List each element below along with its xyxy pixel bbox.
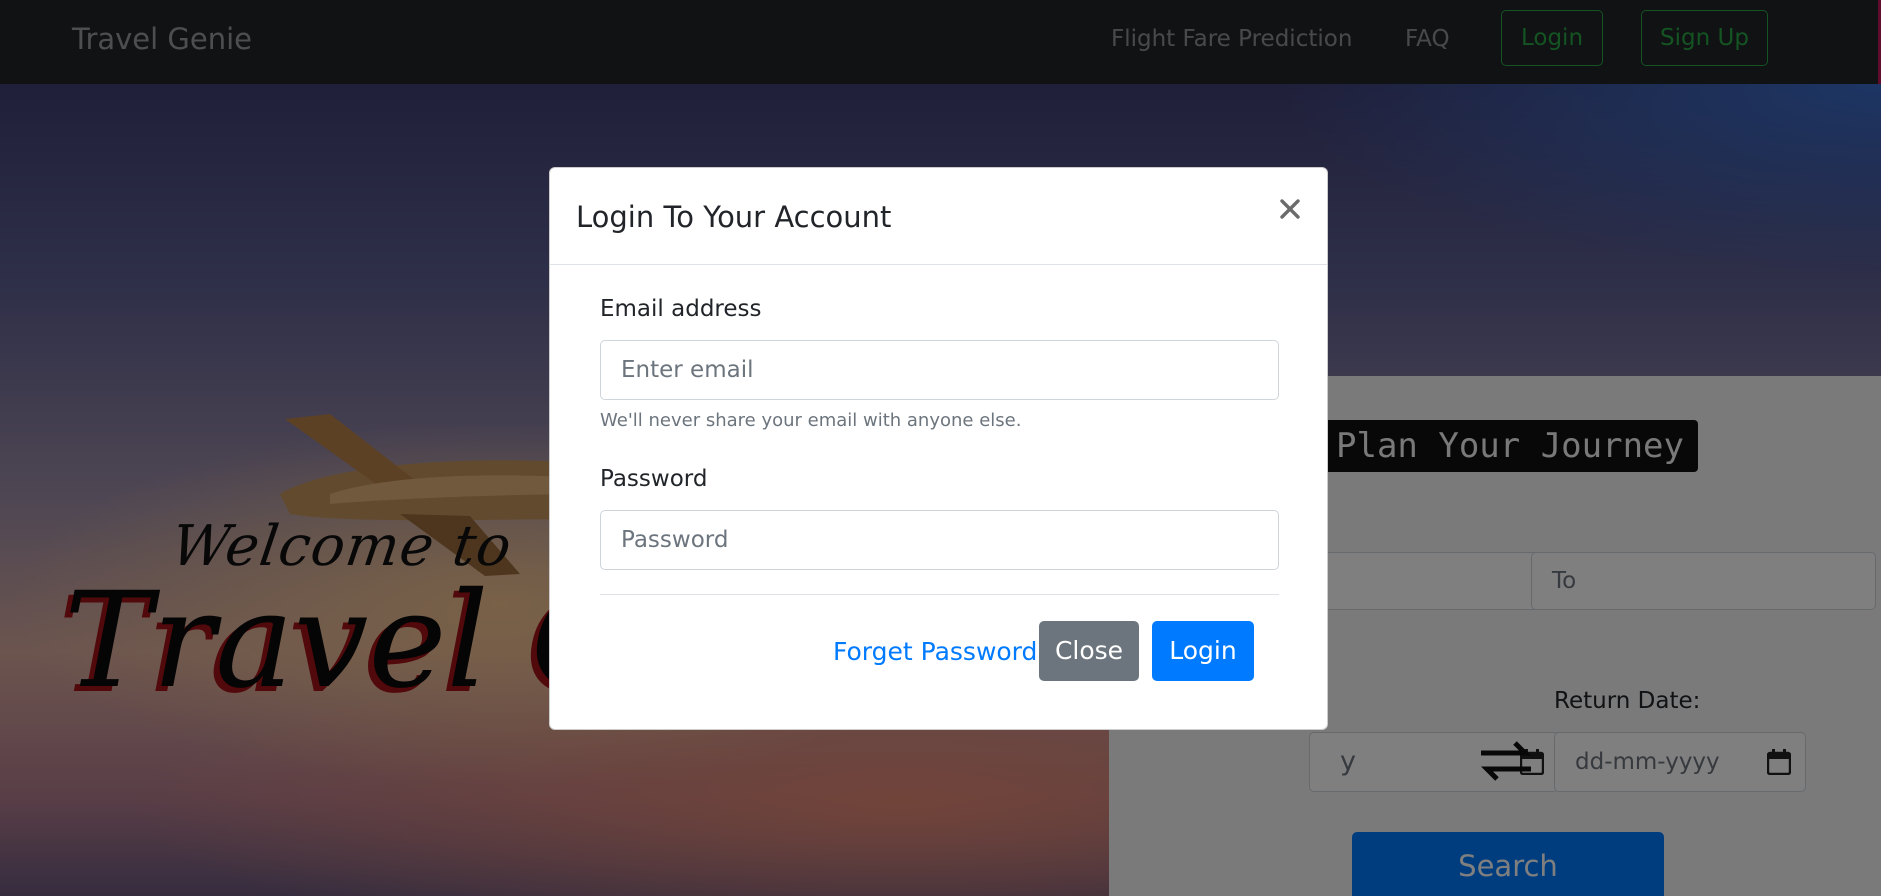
close-button[interactable]: Close bbox=[1039, 621, 1139, 681]
email-help-text: We'll never share your email with anyone… bbox=[600, 410, 1022, 431]
close-icon[interactable] bbox=[1279, 198, 1301, 220]
modal-divider bbox=[600, 594, 1279, 595]
forgot-password-link[interactable]: Forget Password? bbox=[833, 637, 1051, 666]
login-button[interactable]: Login bbox=[1152, 621, 1254, 681]
modal-title: Login To Your Account bbox=[576, 200, 892, 234]
email-label: Email address bbox=[600, 296, 762, 322]
password-field[interactable]: Password bbox=[600, 510, 1279, 570]
password-label: Password bbox=[600, 466, 708, 492]
login-modal: Login To Your Account Email address Ente… bbox=[549, 167, 1328, 730]
modal-header: Login To Your Account bbox=[550, 168, 1327, 265]
email-field[interactable]: Enter email bbox=[600, 340, 1279, 400]
